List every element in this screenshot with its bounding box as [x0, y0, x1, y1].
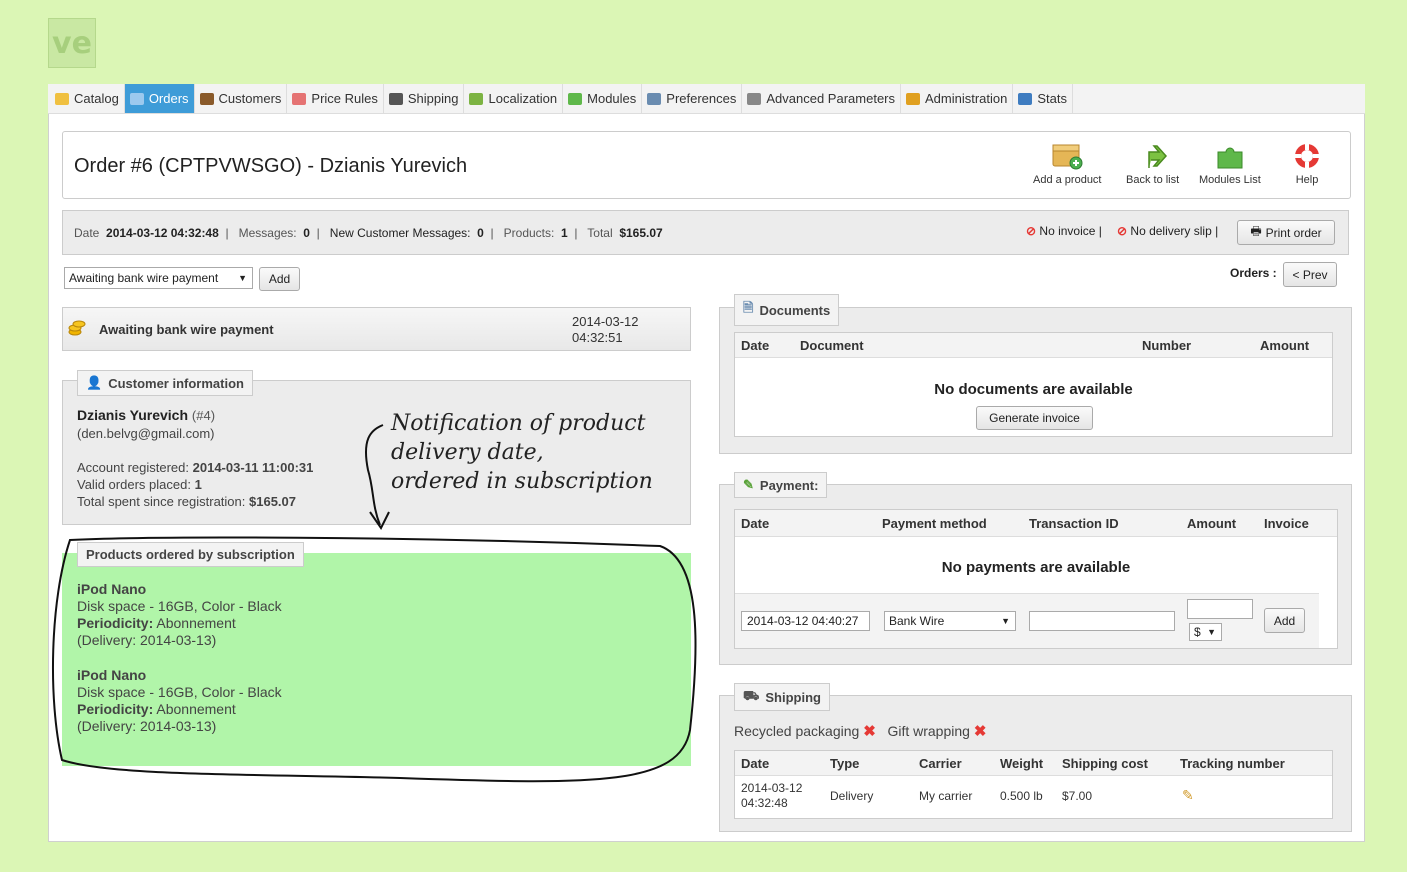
payment-legend: ✎ Payment:: [734, 472, 828, 498]
shipping-weight: 0.500 lb: [1000, 789, 1043, 803]
col-payment-method: Payment method: [882, 516, 987, 531]
packaging-options: Recycled packaging ✖ Gift wrapping ✖: [734, 722, 986, 740]
documents-legend: 🗎 Documents: [734, 294, 840, 326]
shipping-type: Delivery: [830, 789, 874, 803]
col-type: Type: [830, 756, 860, 771]
documents-title: Documents: [759, 302, 831, 318]
payment-title: Payment:: [759, 477, 819, 493]
transaction-id-input[interactable]: [1029, 611, 1175, 631]
shipping-date: 2014-03-12 04:32:48: [741, 781, 802, 811]
annotation-line: ordered in subscription: [391, 469, 653, 494]
payments-empty: No payments are available: [941, 559, 1131, 576]
col-number: Number: [1142, 338, 1192, 353]
payment-method-select[interactable]: Bank Wire ▼: [884, 611, 1016, 631]
col-amount: Amount: [1187, 516, 1237, 531]
annotation-text: Notification of product delivery date, o…: [391, 409, 653, 496]
add-payment-button[interactable]: Add: [1264, 608, 1305, 633]
col-date: Date: [741, 516, 770, 531]
shipping-carrier: My carrier: [919, 789, 973, 803]
annotation-line: delivery date,: [391, 440, 544, 465]
col-tracking-number: Tracking number: [1180, 756, 1285, 771]
recycled-packaging-label: Recycled packaging: [734, 723, 860, 739]
shipping-title: Shipping: [765, 689, 821, 705]
col-date: Date: [741, 338, 770, 353]
col-weight: Weight: [1000, 756, 1044, 771]
gift-wrapping-label: Gift wrapping: [887, 723, 970, 739]
generate-invoice-button[interactable]: Generate invoice: [976, 406, 1093, 430]
col-invoice: Invoice: [1264, 516, 1309, 531]
payment-method-value: Bank Wire: [889, 614, 945, 628]
col-amount: Amount: [1260, 338, 1310, 353]
payment-icon: ✎: [743, 477, 754, 492]
annotation-line: Notification of product: [391, 411, 646, 436]
currency-select[interactable]: $ ▼: [1189, 623, 1222, 641]
shipping-cost: $7.00: [1062, 789, 1093, 803]
dropdown-arrow-icon: ▼: [1001, 616, 1010, 626]
documents-empty: No documents are available: [934, 381, 1133, 398]
cross-icon: ✖: [863, 723, 876, 740]
truck-icon: ⛟: [743, 688, 760, 703]
dropdown-arrow-icon: ▼: [1207, 627, 1216, 637]
col-date: Date: [741, 756, 770, 771]
cross-icon: ✖: [973, 723, 987, 740]
document-icon: 🗎: [743, 300, 754, 315]
shipping-legend: ⛟ Shipping: [734, 683, 830, 711]
shipping-date-day: 2014-03-12: [741, 781, 803, 795]
col-transaction-id: Transaction ID: [1029, 516, 1119, 531]
col-carrier: Carrier: [919, 756, 962, 771]
payment-date-input[interactable]: 2014-03-12 04:40:27: [741, 611, 870, 631]
currency-value: $: [1194, 625, 1201, 639]
shipping-date-time: 04:32:48: [741, 796, 788, 810]
col-document: Document: [800, 338, 864, 353]
col-shipping-cost: Shipping cost: [1062, 756, 1148, 771]
edit-tracking-icon[interactable]: ✎: [1182, 787, 1194, 804]
payment-amount-input[interactable]: [1187, 599, 1253, 619]
